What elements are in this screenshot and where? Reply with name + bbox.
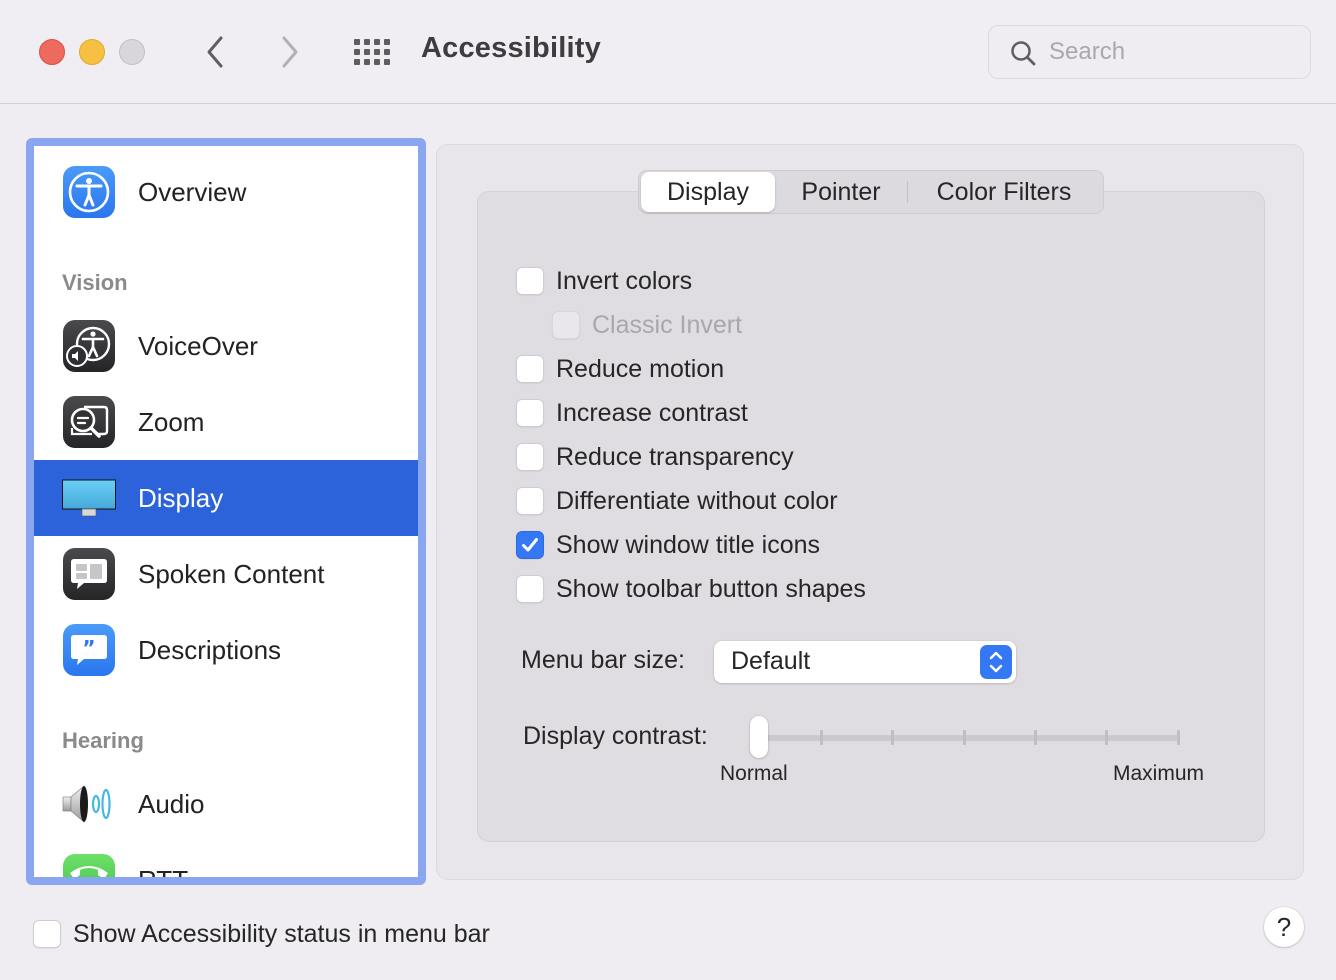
reduce-transparency-checkbox[interactable] [516, 443, 544, 471]
sidebar-item-label: Audio [138, 788, 205, 819]
sidebar-section-vision: Vision [62, 270, 128, 295]
window-title: Accessibility [421, 32, 601, 64]
voiceover-icon [63, 320, 115, 372]
option-invert-colors[interactable]: Invert colors [516, 259, 692, 303]
zoom-magnifier-icon [63, 396, 115, 448]
help-icon: ? [1276, 911, 1292, 942]
chevron-up-down-icon [989, 651, 1003, 673]
sidebar-item-label: RTT [138, 865, 188, 878]
option-differentiate-without-color[interactable]: Differentiate without color [516, 479, 838, 523]
spoken-content-icon [63, 548, 115, 600]
contrast-min-label: Normal [720, 762, 788, 785]
invert-colors-checkbox[interactable] [516, 267, 544, 295]
checkmark-icon [522, 538, 538, 552]
zoom-window-button[interactable] [119, 39, 145, 65]
tab-bar: Display Pointer Color Filters [638, 170, 1104, 214]
slider-track [752, 735, 1180, 741]
option-reduce-motion[interactable]: Reduce motion [516, 347, 724, 391]
menu-bar-size-value: Default [731, 647, 811, 675]
sidebar-item-audio[interactable]: Audio [34, 766, 418, 842]
show-window-title-icons-checkbox[interactable] [516, 531, 544, 559]
sidebar-item-label: Spoken Content [138, 558, 325, 589]
search-icon [1011, 41, 1036, 66]
tab-display[interactable]: Display [641, 172, 775, 212]
sidebar-item-spoken-content[interactable]: Spoken Content [34, 536, 418, 612]
back-button[interactable] [195, 30, 235, 74]
tab-color-filters[interactable]: Color Filters [908, 172, 1100, 212]
popup-stepper [980, 645, 1012, 679]
option-label: Differentiate without color [556, 486, 838, 515]
sidebar-item-label: Zoom [138, 406, 205, 437]
tab-label: Display [667, 177, 749, 206]
sidebar-item-label: Overview [138, 176, 247, 207]
classic-invert-checkbox [552, 311, 580, 339]
option-label: Show window title icons [556, 530, 821, 559]
option-label: Show toolbar button shapes [556, 574, 866, 603]
slider-tick [1176, 730, 1180, 745]
speaker-icon [62, 785, 111, 823]
option-label: Classic Invert [592, 310, 743, 339]
forward-button[interactable] [270, 30, 310, 74]
option-label: Invert colors [556, 266, 693, 295]
sidebar-item-label: Descriptions [138, 634, 282, 665]
tab-pointer[interactable]: Pointer [775, 172, 907, 212]
sidebar-list[interactable]: Overview Vision VoiceOver Zoom Display S… [34, 146, 418, 877]
sidebar-item-rtt[interactable]: RTT [34, 842, 418, 877]
option-show-toolbar-button-shapes[interactable]: Show toolbar button shapes [516, 567, 866, 611]
sidebar-section-hearing: Hearing [62, 728, 144, 753]
search-input[interactable] [1049, 36, 1299, 68]
sidebar-item-overview[interactable]: Overview [34, 154, 418, 230]
increase-contrast-checkbox[interactable] [516, 399, 544, 427]
accessibility-overview-icon [63, 166, 115, 218]
option-show-window-title-icons[interactable]: Show window title icons [516, 523, 820, 567]
sidebar-item-label: VoiceOver [138, 330, 258, 361]
minimize-window-button[interactable] [79, 39, 105, 65]
close-window-button[interactable] [39, 39, 65, 65]
display-contrast-label: Display contrast: [523, 722, 708, 750]
slider-knob[interactable] [750, 716, 768, 758]
tab-label: Color Filters [936, 177, 1072, 206]
option-reduce-transparency[interactable]: Reduce transparency [516, 435, 794, 479]
sidebar-item-descriptions[interactable]: ” Descriptions [34, 612, 418, 688]
chevron-left-icon [207, 36, 223, 68]
show-all-button[interactable] [350, 36, 394, 68]
option-label: Reduce motion [556, 354, 725, 383]
slider-tick [891, 730, 895, 745]
option-label: Increase contrast [556, 398, 748, 427]
chevron-right-icon [282, 36, 298, 68]
option-label: Show Accessibility status in menu bar [73, 919, 490, 948]
sidebar-item-display[interactable]: Display [34, 460, 418, 536]
show-toolbar-button-shapes-checkbox[interactable] [516, 575, 544, 603]
slider-tick [1105, 730, 1109, 745]
tab-label: Pointer [801, 177, 881, 206]
descriptions-quote-icon: ” [63, 624, 115, 676]
rtt-phone-icon [63, 854, 115, 877]
contrast-max-label: Maximum [1113, 762, 1205, 785]
sidebar-item-voiceover[interactable]: VoiceOver [34, 308, 418, 384]
option-label: Reduce transparency [556, 442, 794, 471]
display-monitor-icon [62, 479, 116, 517]
title-bar: Accessibility [0, 0, 1336, 104]
display-contrast-slider[interactable] [742, 716, 1182, 760]
grid-icon [354, 39, 390, 65]
differentiate-without-color-checkbox[interactable] [516, 487, 544, 515]
sidebar-item-label: Display [138, 482, 224, 513]
reduce-motion-checkbox[interactable] [516, 355, 544, 383]
slider-tick [819, 730, 823, 745]
show-status-in-menu-bar-checkbox[interactable] [33, 920, 61, 948]
search-field[interactable] [988, 25, 1311, 79]
slider-tick [1033, 730, 1037, 745]
sidebar: Overview Vision VoiceOver Zoom Display S… [26, 138, 426, 885]
menu-bar-size-popup[interactable]: Default [714, 641, 1016, 683]
svg-text:”: ” [82, 636, 95, 660]
help-button[interactable]: ? [1264, 907, 1304, 947]
sidebar-item-zoom[interactable]: Zoom [34, 384, 418, 460]
option-increase-contrast[interactable]: Increase contrast [516, 391, 748, 435]
show-status-in-menu-bar-option[interactable]: Show Accessibility status in menu bar [33, 912, 490, 956]
menu-bar-size-label: Menu bar size: [521, 646, 685, 674]
option-classic-invert: Classic Invert [552, 303, 742, 347]
slider-tick [962, 730, 966, 745]
